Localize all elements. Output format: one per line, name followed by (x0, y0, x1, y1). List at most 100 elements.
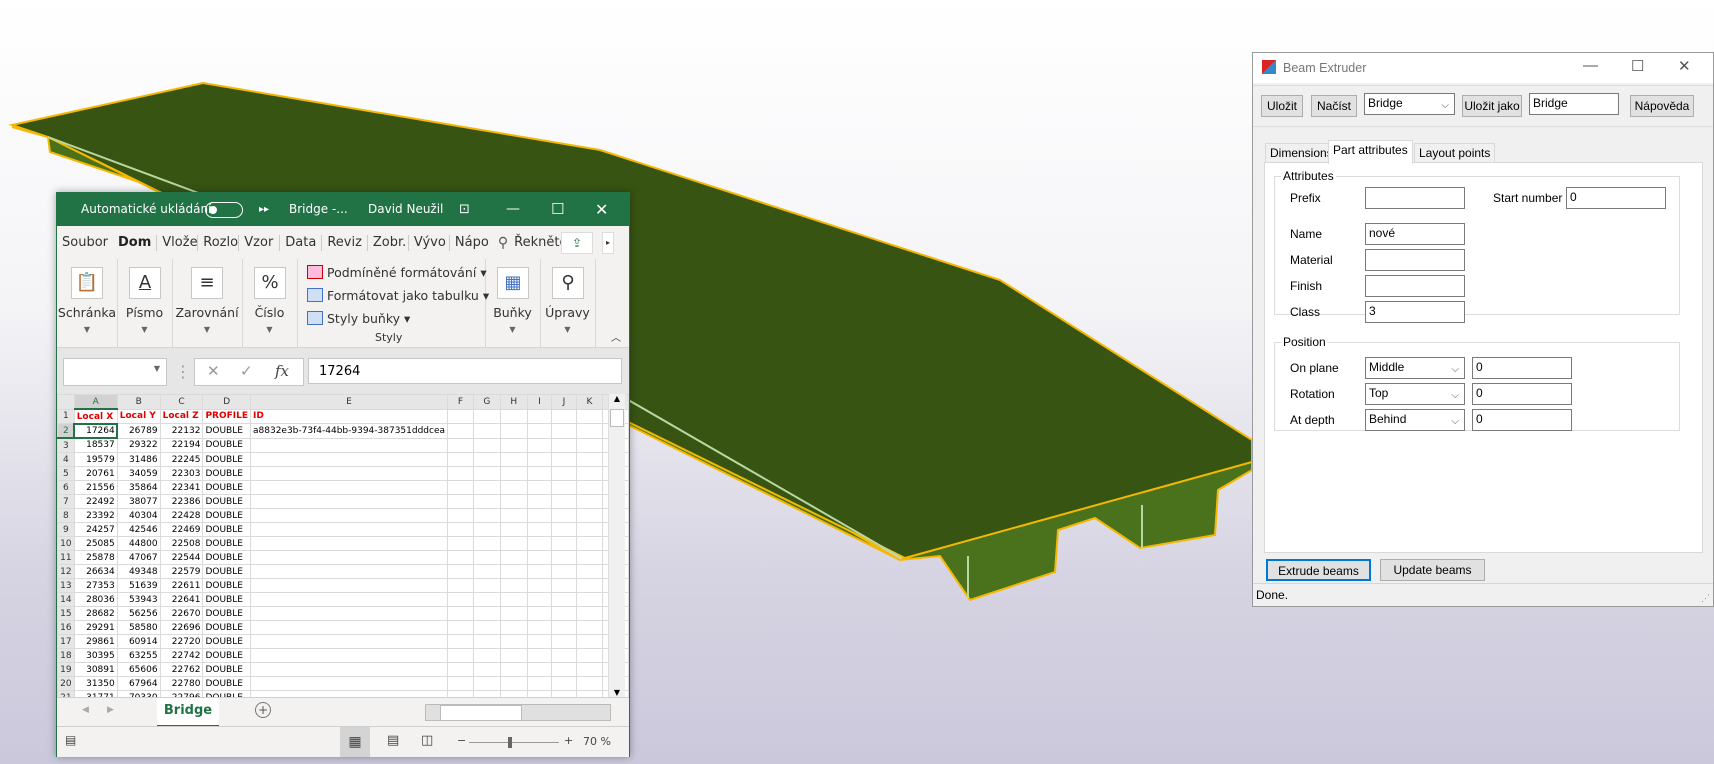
cell-C6[interactable]: 22341 (159, 480, 204, 495)
cell-D14[interactable]: DOUBLE (202, 592, 251, 607)
number-group[interactable]: % Číslo ▼ (242, 259, 298, 347)
cell-K11[interactable] (575, 550, 604, 565)
at-depth-select[interactable]: Behind ⌵ (1365, 409, 1465, 431)
material-input[interactable] (1365, 249, 1465, 271)
load-button[interactable]: Načíst (1311, 95, 1357, 117)
cell-A17[interactable]: 29861 (73, 634, 118, 649)
cell-D4[interactable]: DOUBLE (202, 452, 251, 467)
collapse-ribbon-icon[interactable]: ︿ (611, 329, 621, 344)
row-header[interactable]: 5 (57, 466, 75, 481)
cell-A2[interactable]: 17264 (73, 422, 119, 439)
cell-I2[interactable] (526, 423, 553, 439)
row-header[interactable]: 19 (57, 662, 75, 677)
cell-F4[interactable] (447, 452, 474, 467)
cell-A8[interactable]: 23392 (73, 508, 118, 523)
page-break-view-icon[interactable]: ◫ (421, 733, 433, 748)
cell-G7[interactable] (472, 494, 501, 509)
column-header-h[interactable]: H (499, 394, 528, 410)
sheet-tab-bridge[interactable]: Bridge (157, 698, 219, 728)
cell-E14[interactable] (249, 592, 449, 607)
cell-K10[interactable] (575, 536, 604, 551)
cell-H8[interactable] (499, 508, 528, 523)
cell-K8[interactable] (575, 508, 604, 523)
cell-B14[interactable]: 53943 (116, 592, 161, 607)
cell-D7[interactable]: DOUBLE (202, 494, 251, 509)
cell-F7[interactable] (447, 494, 474, 509)
cell-D1[interactable]: PROFILE (202, 408, 251, 424)
cell-C7[interactable]: 22386 (159, 494, 204, 509)
tabs-scroll-right[interactable]: ▸ (602, 232, 614, 254)
cell-K15[interactable] (575, 606, 604, 621)
cell-K16[interactable] (575, 620, 604, 635)
cell-B4[interactable]: 31486 (116, 452, 161, 467)
cell-C12[interactable]: 22579 (159, 564, 204, 579)
cell-I16[interactable] (526, 620, 553, 635)
zoom-slider[interactable] (469, 737, 559, 748)
cell-C5[interactable]: 22303 (159, 466, 204, 481)
column-header-j[interactable]: J (551, 394, 577, 410)
column-header-d[interactable]: D (202, 394, 251, 410)
cell-C14[interactable]: 22641 (159, 592, 204, 607)
cell-H4[interactable] (499, 452, 528, 467)
cell-F11[interactable] (447, 550, 474, 565)
cell-D9[interactable]: DOUBLE (202, 522, 251, 537)
update-beams-button[interactable]: Update beams (1380, 559, 1485, 581)
cell-E19[interactable] (249, 662, 449, 677)
cell-J15[interactable] (551, 606, 577, 621)
cell-A13[interactable]: 27353 (73, 578, 118, 593)
cell-J2[interactable] (551, 423, 577, 439)
tab-data[interactable]: Data (280, 234, 323, 251)
cell-J9[interactable] (551, 522, 577, 537)
cell-K5[interactable] (575, 466, 604, 481)
cell-A4[interactable]: 19579 (73, 452, 118, 467)
ribbon-display-icon[interactable]: ⊡ (459, 193, 470, 226)
font-group[interactable]: A Písmo ▼ (117, 259, 173, 347)
cell-A12[interactable]: 26634 (73, 564, 118, 579)
cell-A11[interactable]: 25878 (73, 550, 118, 565)
cell-I12[interactable] (526, 564, 553, 579)
cell-styles-button[interactable]: Styly buňky ▾ (307, 311, 410, 326)
cell-H14[interactable] (499, 592, 528, 607)
cell-G10[interactable] (472, 536, 501, 551)
cell-D5[interactable]: DOUBLE (202, 466, 251, 481)
cell-J3[interactable] (551, 437, 577, 453)
cell-I20[interactable] (526, 676, 553, 691)
excel-window[interactable]: Automatické ukládání ▸▸ Bridge -... Davi… (56, 192, 630, 757)
cell-E17[interactable] (249, 634, 449, 649)
enter-icon[interactable]: ✓ (240, 362, 253, 380)
search-icon[interactable]: ⚲ (498, 235, 508, 251)
cell-A10[interactable]: 25085 (73, 536, 118, 551)
cell-B6[interactable]: 35864 (116, 480, 161, 495)
cell-G6[interactable] (472, 480, 501, 495)
cell-C20[interactable]: 22780 (159, 676, 204, 691)
cell-K20[interactable] (575, 676, 604, 691)
cell-E1[interactable]: ID (249, 408, 449, 424)
cell-E7[interactable] (249, 494, 449, 509)
zoom-level[interactable]: 70 % (583, 735, 611, 748)
cell-C10[interactable]: 22508 (159, 536, 204, 551)
row-header[interactable]: 14 (57, 592, 75, 607)
tab-revize[interactable]: Reviz (322, 234, 368, 251)
cell-E8[interactable] (249, 508, 449, 523)
scroll-thumb[interactable] (610, 409, 624, 427)
cell-A9[interactable]: 24257 (73, 522, 118, 537)
cell-D11[interactable]: DOUBLE (202, 550, 251, 565)
class-input[interactable]: 3 (1365, 301, 1465, 323)
alignment-group[interactable]: ≡ Zarovnání ▼ (172, 259, 243, 347)
cell-G20[interactable] (472, 676, 501, 691)
row-header[interactable]: 2 (57, 423, 75, 439)
formula-input[interactable]: 17264 (308, 358, 622, 384)
editing-group[interactable]: ⚲ Úpravy ▼ (540, 259, 596, 347)
cell-I3[interactable] (526, 437, 553, 453)
cell-I13[interactable] (526, 578, 553, 593)
cell-K17[interactable] (575, 634, 604, 649)
cell-K19[interactable] (575, 662, 604, 677)
cell-H10[interactable] (499, 536, 528, 551)
row-header[interactable]: 1 (57, 408, 75, 424)
tab-napoveda[interactable]: Nápo (450, 235, 490, 251)
cell-H5[interactable] (499, 466, 528, 481)
tell-me-input[interactable]: Řekněte (514, 235, 567, 250)
cell-G4[interactable] (472, 452, 501, 467)
cell-C19[interactable]: 22762 (159, 662, 204, 677)
cell-G19[interactable] (472, 662, 501, 677)
